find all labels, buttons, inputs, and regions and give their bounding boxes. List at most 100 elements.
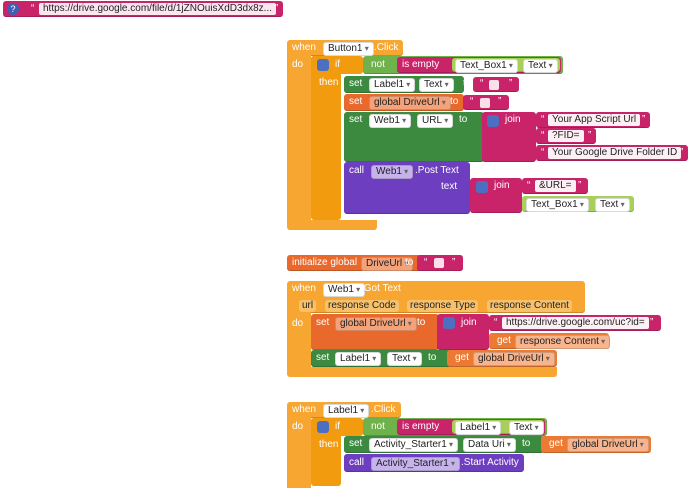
- to-label: to: [459, 114, 468, 125]
- gear-icon[interactable]: [476, 181, 488, 193]
- if-label: if: [335, 421, 340, 432]
- label1-dropdown[interactable]: Label1 ▾: [369, 78, 416, 92]
- call-label: call: [349, 457, 365, 468]
- to-label: to: [463, 78, 472, 89]
- text-prop-dropdown[interactable]: Text ▾: [595, 198, 630, 212]
- open-quote: “: [541, 147, 545, 158]
- comment-string-block[interactable]: ? “ https://drive.google.com/file/d/1jZN…: [3, 1, 283, 17]
- not-label: not: [371, 421, 385, 432]
- event-web1-gottext[interactable]: when Web1 ▾ .Got Text url response Code …: [287, 281, 661, 377]
- string-app-script-url[interactable]: Your App Script Url: [548, 114, 641, 126]
- get-var-dropdown[interactable]: global DriveUrl ▾: [567, 438, 649, 452]
- close-quote: ”: [680, 147, 684, 158]
- empty-string-box[interactable]: [489, 80, 499, 90]
- gear-icon[interactable]: [487, 115, 499, 127]
- label1-dropdown[interactable]: Label1 ▾: [335, 352, 382, 366]
- event-name: .Got Text: [361, 283, 401, 294]
- datauri-prop-dropdown[interactable]: Data Uri ▾: [463, 438, 516, 452]
- is-empty-label: is empty: [402, 421, 440, 432]
- gear-icon[interactable]: [317, 421, 329, 433]
- string-url-param[interactable]: &URL=: [535, 180, 576, 192]
- param-response-code[interactable]: response Code: [325, 300, 399, 312]
- textbox-dropdown[interactable]: Text_Box1 ▾: [526, 198, 589, 212]
- event-name: .Click: [374, 42, 399, 53]
- method-label: .Post Text: [415, 165, 459, 176]
- help-icon[interactable]: ?: [7, 3, 19, 15]
- event-name: .Click: [371, 404, 396, 415]
- get-label: get: [455, 352, 469, 363]
- close-quote: ”: [578, 180, 582, 191]
- open-quote: “: [541, 114, 545, 125]
- close-quote: ”: [452, 257, 456, 268]
- to-label: to: [417, 317, 426, 328]
- then-label: then: [319, 439, 339, 450]
- get-var-dropdown[interactable]: response Content ▾: [515, 335, 611, 349]
- string-folder-id[interactable]: Your Google Drive Folder ID: [548, 147, 682, 159]
- chevron-down-icon: ▾: [405, 319, 412, 328]
- chevron-down-icon: ▾: [439, 98, 446, 107]
- set-label: set: [349, 114, 363, 125]
- event-label1-click[interactable]: when Label1 ▾ .Click do if then not is e…: [287, 402, 657, 488]
- is-empty-label: is empty: [402, 59, 440, 70]
- global-var-dropdown[interactable]: global DriveUrl ▾: [335, 317, 417, 331]
- chevron-down-icon: ▾: [399, 116, 407, 125]
- label1-prop-dropdown[interactable]: Text ▾: [419, 78, 454, 92]
- chevron-down-icon: ▾: [353, 285, 361, 294]
- param-response-content[interactable]: response Content: [487, 300, 572, 312]
- label1-prop-dropdown[interactable]: Text ▾: [387, 352, 422, 366]
- web1-dropdown[interactable]: Web1 ▾: [369, 114, 412, 128]
- param-url[interactable]: url: [299, 300, 317, 312]
- call-label: call: [349, 165, 365, 176]
- empty-string-box[interactable]: [480, 98, 490, 108]
- label1-dropdown[interactable]: Label1 ▾: [455, 421, 502, 435]
- component-dropdown[interactable]: Label1 ▾: [323, 404, 370, 418]
- url-prop-dropdown[interactable]: URL ▾: [417, 114, 454, 128]
- textbox-dropdown[interactable]: Text_Box1 ▾: [455, 59, 518, 73]
- when-label: when: [292, 42, 316, 53]
- chevron-down-icon: ▾: [404, 80, 411, 89]
- do-label: do: [292, 421, 304, 432]
- chevron-down-icon: ▾: [577, 200, 584, 209]
- if-label: if: [335, 59, 340, 70]
- to-label: to: [522, 438, 531, 449]
- chevron-down-icon: ▾: [546, 61, 553, 70]
- chevron-down-icon: ▾: [504, 440, 511, 449]
- component-dropdown[interactable]: Web1 ▾: [323, 283, 366, 297]
- param-response-type[interactable]: response Type: [407, 300, 479, 312]
- chevron-down-icon: ▾: [490, 423, 497, 432]
- string-fid[interactable]: ?FID=: [548, 130, 584, 142]
- method-label: .Start Activity: [461, 457, 519, 468]
- get-var-dropdown[interactable]: global DriveUrl ▾: [473, 352, 555, 366]
- text-prop-dropdown[interactable]: Text ▾: [509, 421, 544, 435]
- close-quote: ”: [588, 130, 592, 141]
- chevron-down-icon: ▾: [618, 200, 625, 209]
- open-quote: “: [494, 317, 498, 328]
- web1-dropdown[interactable]: Web1 ▾: [371, 165, 414, 179]
- activity-starter-dropdown[interactable]: Activity_Starter1 ▾: [369, 438, 459, 452]
- join-label: join: [494, 180, 510, 191]
- join-label: join: [461, 317, 477, 328]
- comment-url-text[interactable]: https://drive.google.com/file/d/1jZNOuis…: [39, 3, 276, 15]
- when-label: when: [292, 404, 316, 415]
- chevron-down-icon: ▾: [370, 354, 377, 363]
- component-dropdown[interactable]: Button1 ▾: [323, 42, 374, 56]
- set-label: set: [349, 438, 363, 449]
- string-drive-uc-url[interactable]: https://drive.google.com/uc?id=: [502, 317, 649, 329]
- close-quote: ”: [642, 114, 646, 125]
- gear-icon[interactable]: [443, 317, 455, 329]
- global-var-dropdown[interactable]: global DriveUrl ▾: [369, 96, 451, 110]
- chevron-down-icon: ▾: [442, 80, 449, 89]
- to-label: to: [405, 257, 414, 268]
- chevron-down-icon: ▾: [637, 440, 644, 449]
- chevron-down-icon: ▾: [362, 44, 369, 53]
- gear-icon[interactable]: [317, 59, 329, 71]
- empty-string-box[interactable]: [434, 258, 444, 268]
- open-quote: “: [480, 78, 484, 89]
- init-global-driveurl[interactable]: initialize global DriveUrl ▾ to “ ”: [287, 255, 463, 271]
- chevron-down-icon: ▾: [446, 440, 454, 449]
- to-label: to: [428, 352, 437, 363]
- event-button1-click[interactable]: when Button1 ▾ .Click do if then not is …: [287, 40, 689, 230]
- text-param-label: text: [441, 181, 458, 192]
- text-prop-dropdown[interactable]: Text ▾: [523, 59, 558, 73]
- activity-starter-dropdown[interactable]: Activity_Starter1 ▾: [371, 457, 461, 471]
